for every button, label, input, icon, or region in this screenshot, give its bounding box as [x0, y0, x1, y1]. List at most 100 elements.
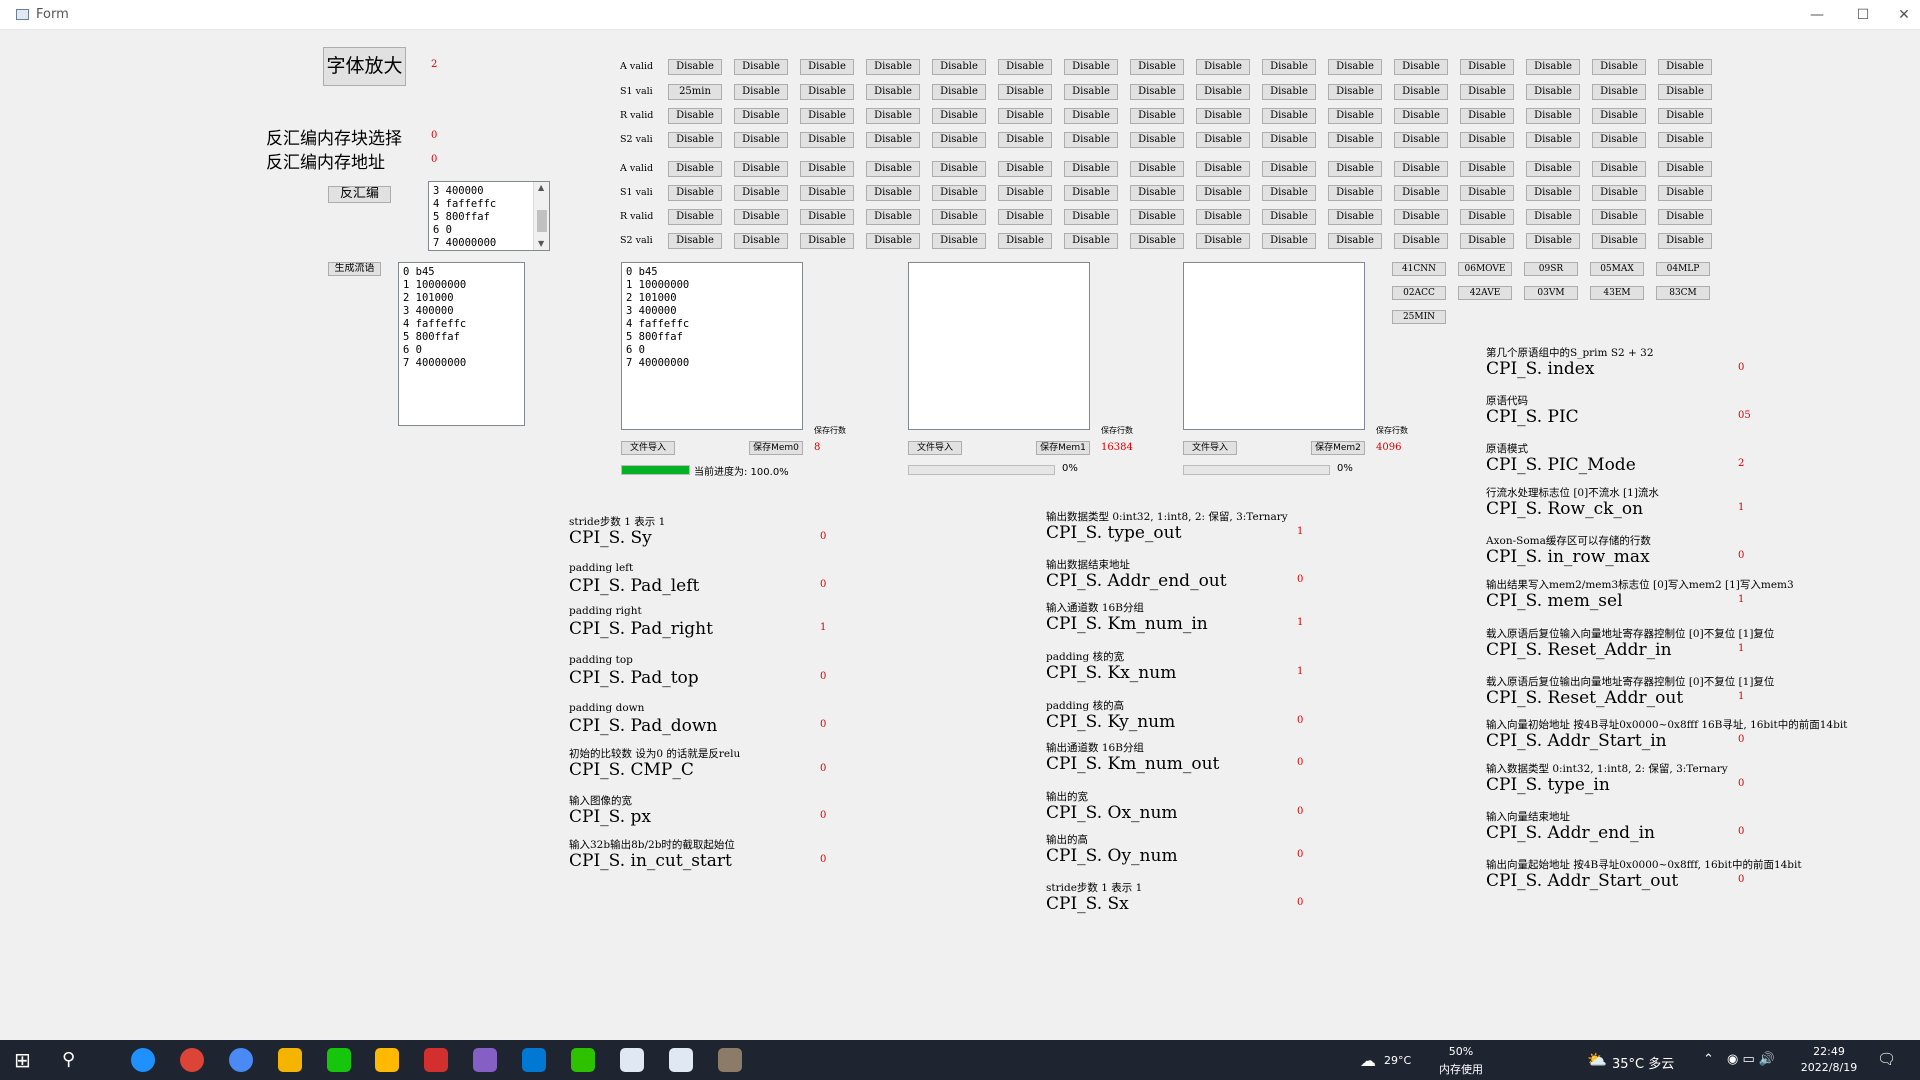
grid-toggle-button[interactable]: Disable	[866, 84, 920, 100]
maximize-button[interactable]: ☐	[1843, 2, 1883, 28]
wps-icon[interactable]	[424, 1048, 448, 1072]
param-value[interactable]: 0	[1738, 734, 1744, 745]
grid-toggle-button[interactable]: Disable	[1460, 108, 1514, 124]
grid-toggle-button[interactable]: Disable	[1328, 84, 1382, 100]
grid-toggle-button[interactable]: Disable	[1394, 108, 1448, 124]
grid-toggle-button[interactable]: Disable	[1328, 132, 1382, 148]
op-button[interactable]: 43EM	[1590, 286, 1644, 300]
search-icon[interactable]: ⚲	[62, 1049, 75, 1070]
grid-toggle-button[interactable]: Disable	[1064, 84, 1118, 100]
list-item[interactable]: 7 40000000	[626, 357, 798, 370]
grid-toggle-button[interactable]: Disable	[1658, 108, 1712, 124]
grid-toggle-button[interactable]: Disable	[1064, 161, 1118, 177]
notification-icon[interactable]: 🗨	[1877, 1050, 1896, 1068]
param-value[interactable]: 0	[820, 719, 826, 730]
grid-toggle-button[interactable]: Disable	[668, 161, 722, 177]
grid-toggle-button[interactable]: Disable	[1130, 209, 1184, 225]
op-button[interactable]: 42AVE	[1458, 286, 1512, 300]
grid-toggle-button[interactable]: 25min	[668, 84, 722, 100]
folder-icon[interactable]	[375, 1048, 399, 1072]
grid-toggle-button[interactable]: Disable	[866, 233, 920, 249]
grid-toggle-button[interactable]: Disable	[734, 84, 788, 100]
grid-toggle-button[interactable]: Disable	[1460, 132, 1514, 148]
grid-toggle-button[interactable]: Disable	[668, 59, 722, 75]
grid-toggle-button[interactable]: Disable	[800, 185, 854, 201]
list-item[interactable]: 2 101000	[626, 292, 798, 305]
param-value[interactable]: 05	[1738, 410, 1751, 421]
list-item[interactable]: 0 b45	[626, 266, 798, 279]
param-value[interactable]: 1	[1297, 666, 1303, 677]
op-button[interactable]: 41CNN	[1392, 262, 1446, 276]
kugou-icon[interactable]	[131, 1048, 155, 1072]
op-button[interactable]: 05MAX	[1590, 262, 1644, 276]
wechat-icon[interactable]	[571, 1048, 595, 1072]
param-value[interactable]: 2	[1738, 458, 1744, 469]
grid-toggle-button[interactable]: Disable	[1658, 209, 1712, 225]
param-value[interactable]: 0	[820, 671, 826, 682]
chrome-icon[interactable]	[180, 1048, 204, 1072]
grid-toggle-button[interactable]: Disable	[734, 161, 788, 177]
grid-toggle-button[interactable]: Disable	[1460, 59, 1514, 75]
tray-icons[interactable]: ◉ ▭ 🔊	[1727, 1052, 1775, 1067]
list-item[interactable]: 5 800ffaf	[433, 211, 533, 224]
grid-toggle-button[interactable]: Disable	[1526, 84, 1580, 100]
save-mem-button[interactable]: 保存Mem0	[749, 441, 803, 455]
save-mem-button[interactable]: 保存Mem1	[1036, 441, 1090, 455]
grid-toggle-button[interactable]: Disable	[668, 108, 722, 124]
param-value[interactable]: 1	[1297, 526, 1303, 537]
grid-toggle-button[interactable]: Disable	[1592, 132, 1646, 148]
grid-toggle-button[interactable]: Disable	[1196, 233, 1250, 249]
generated-listbox[interactable]: 0 b45 1 10000000 2 101000 3 400000 4 faffeff…	[398, 262, 525, 426]
clock-date[interactable]: 2022/8/19	[1794, 1061, 1864, 1074]
param-value[interactable]: 0	[1297, 849, 1303, 860]
grid-toggle-button[interactable]: Disable	[1262, 161, 1316, 177]
op-button[interactable]: 03VM	[1524, 286, 1578, 300]
param-value[interactable]: 0	[1297, 715, 1303, 726]
list-item[interactable]: 3 400000	[433, 185, 533, 198]
grid-toggle-button[interactable]: Disable	[1592, 59, 1646, 75]
grid-toggle-button[interactable]: Disable	[1328, 209, 1382, 225]
grid-toggle-button[interactable]: Disable	[1394, 185, 1448, 201]
param-value[interactable]: 0	[1738, 778, 1744, 789]
grid-toggle-button[interactable]: Disable	[932, 233, 986, 249]
tray-chevron-icon[interactable]: ⌃	[1703, 1052, 1714, 1067]
grid-toggle-button[interactable]: Disable	[1394, 84, 1448, 100]
memory-listbox[interactable]	[908, 262, 1090, 430]
grid-toggle-button[interactable]: Disable	[1196, 84, 1250, 100]
param-value[interactable]: 0	[1297, 897, 1303, 908]
grid-toggle-button[interactable]: Disable	[1262, 108, 1316, 124]
iqiyi-icon[interactable]	[327, 1048, 351, 1072]
grid-toggle-button[interactable]: Disable	[932, 161, 986, 177]
param-value[interactable]: 0	[1738, 826, 1744, 837]
param-value[interactable]: 1	[1738, 643, 1744, 654]
list-item[interactable]: 4 faffeffc	[433, 198, 533, 211]
scroll-up-icon[interactable]: ▲	[538, 183, 544, 192]
grid-toggle-button[interactable]: Disable	[1262, 209, 1316, 225]
close-button[interactable]: ✕	[1889, 2, 1919, 28]
list-item[interactable]: 2 101000	[403, 292, 520, 305]
grid-toggle-button[interactable]: Disable	[866, 132, 920, 148]
scrollbar[interactable]: ▲ ▼	[533, 182, 549, 250]
param-value[interactable]: 1	[1738, 502, 1744, 513]
grid-toggle-button[interactable]: Disable	[1130, 108, 1184, 124]
memory-listbox[interactable]: 0 b45 1 10000000 2 101000 3 400000 4 faffeff…	[621, 262, 803, 430]
grid-toggle-button[interactable]: Disable	[734, 132, 788, 148]
grid-toggle-button[interactable]: Disable	[1196, 108, 1250, 124]
grid-toggle-button[interactable]: Disable	[1262, 132, 1316, 148]
grid-toggle-button[interactable]: Disable	[1130, 132, 1184, 148]
grid-toggle-button[interactable]: Disable	[1130, 233, 1184, 249]
visual-studio-icon[interactable]	[473, 1048, 497, 1072]
param-value[interactable]: 0	[1297, 806, 1303, 817]
grid-toggle-button[interactable]: Disable	[998, 209, 1052, 225]
grid-toggle-button[interactable]: Disable	[998, 185, 1052, 201]
grid-toggle-button[interactable]: Disable	[1262, 59, 1316, 75]
list-item[interactable]: 3 400000	[626, 305, 798, 318]
grid-toggle-button[interactable]: Disable	[1064, 233, 1118, 249]
op-button[interactable]: 25MIN	[1392, 310, 1446, 324]
param-value[interactable]: 0	[1297, 757, 1303, 768]
grid-toggle-button[interactable]: Disable	[1592, 84, 1646, 100]
op-button[interactable]: 09SR	[1524, 262, 1578, 276]
op-button[interactable]: 06MOVE	[1458, 262, 1512, 276]
grid-toggle-button[interactable]: Disable	[734, 108, 788, 124]
grid-toggle-button[interactable]: Disable	[800, 233, 854, 249]
